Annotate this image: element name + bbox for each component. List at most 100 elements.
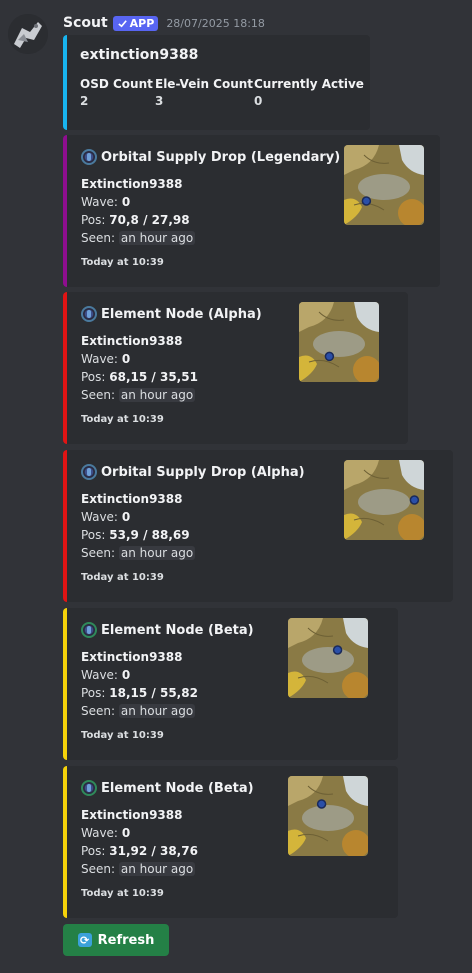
supply-drop-icon: [81, 464, 97, 480]
seen-time-chip[interactable]: an hour ago: [118, 862, 196, 876]
seen-line: Seen: an hour ago: [81, 862, 196, 876]
field-name: OSD Count: [80, 77, 153, 91]
field-osd-count: OSD Count 2: [80, 77, 153, 108]
wave-value: 0: [121, 195, 131, 209]
field-currently-active: Currently Active 0: [254, 77, 364, 108]
pos-value: 53,9 / 88,69: [109, 528, 190, 542]
wave-label: Wave:: [81, 195, 118, 209]
map-image: [344, 145, 424, 225]
map-image: [299, 302, 379, 382]
seen-time-chip[interactable]: an hour ago: [118, 704, 196, 718]
wave-label: Wave:: [81, 668, 118, 682]
element-node-icon: [81, 622, 97, 638]
summary-title: extinction9388: [80, 47, 199, 63]
pos-line: Pos: 31,92 / 38,76: [81, 844, 198, 858]
app-badge-label: APP: [129, 16, 155, 30]
refresh-icon: ⟳: [77, 933, 92, 947]
card-title: Element Node (Beta): [81, 780, 254, 796]
pos-value: 31,92 / 38,76: [109, 844, 198, 858]
refresh-button[interactable]: ⟳ Refresh: [63, 924, 169, 956]
map-image: [344, 460, 424, 540]
seen-label: Seen:: [81, 862, 116, 876]
map-thumbnail[interactable]: [288, 776, 368, 856]
seen-label: Seen:: [81, 388, 116, 402]
location-embed: Element Node (Beta) Extinction9388 Wave:…: [63, 608, 398, 760]
location-embed: Orbital Supply Drop (Alpha) Extinction93…: [63, 450, 453, 602]
message-header: Scout APP 28/07/2025 18:18: [63, 13, 265, 33]
field-value: 0: [254, 94, 263, 108]
pos-label: Pos:: [81, 844, 106, 858]
app-badge: APP: [112, 15, 159, 31]
pos-value: 68,15 / 35,51: [109, 370, 198, 384]
seen-line: Seen: an hour ago: [81, 231, 196, 245]
bot-avatar[interactable]: [8, 14, 48, 54]
map-thumbnail[interactable]: [288, 618, 368, 698]
map-image: [288, 618, 368, 698]
wave-line: Wave: 0: [81, 195, 130, 209]
map-thumbnail[interactable]: [299, 302, 379, 382]
card-title-text: Element Node (Alpha): [101, 306, 262, 322]
wave-line: Wave: 0: [81, 826, 130, 840]
seen-label: Seen:: [81, 546, 116, 560]
card-title-text: Orbital Supply Drop (Alpha): [101, 464, 305, 480]
pos-value: 18,15 / 55,82: [109, 686, 198, 700]
location-marker: [409, 495, 420, 505]
card-footer: Today at 10:39: [81, 414, 164, 425]
pos-line: Pos: 70,8 / 27,98: [81, 213, 190, 227]
wave-label: Wave:: [81, 826, 118, 840]
robot-avatar-icon: [8, 14, 48, 54]
pos-label: Pos:: [81, 213, 106, 227]
wave-label: Wave:: [81, 352, 118, 366]
check-icon: [117, 19, 127, 27]
pos-label: Pos:: [81, 686, 106, 700]
pos-label: Pos:: [81, 370, 106, 384]
card-owner: Extinction9388: [81, 650, 183, 664]
field-name: Ele-Vein Count: [155, 77, 254, 91]
wave-line: Wave: 0: [81, 510, 130, 524]
seen-line: Seen: an hour ago: [81, 388, 196, 402]
seen-label: Seen:: [81, 231, 116, 245]
wave-value: 0: [121, 510, 131, 524]
card-footer: Today at 10:39: [81, 257, 164, 268]
summary-embed: extinction9388 OSD Count 2 Ele-Vein Coun…: [63, 35, 370, 130]
seen-label: Seen:: [81, 704, 116, 718]
field-name: Currently Active: [254, 77, 364, 91]
seen-time-chip[interactable]: an hour ago: [118, 388, 196, 402]
seen-line: Seen: an hour ago: [81, 546, 196, 560]
element-node-icon: [81, 780, 97, 796]
author-name[interactable]: Scout: [63, 15, 108, 31]
card-title: Orbital Supply Drop (Alpha): [81, 464, 305, 480]
location-marker: [316, 799, 327, 809]
message-timestamp: 28/07/2025 18:18: [166, 16, 265, 30]
card-title: Orbital Supply Drop (Legendary): [81, 149, 340, 165]
field-value: 2: [80, 94, 89, 108]
wave-value: 0: [121, 826, 131, 840]
pos-line: Pos: 18,15 / 55,82: [81, 686, 198, 700]
pos-line: Pos: 53,9 / 88,69: [81, 528, 190, 542]
card-title-text: Orbital Supply Drop (Legendary): [101, 149, 341, 165]
location-embed: Orbital Supply Drop (Legendary) Extincti…: [63, 135, 440, 287]
card-owner: Extinction9388: [81, 334, 183, 348]
field-ele-vein-count: Ele-Vein Count 3: [155, 77, 253, 108]
wave-line: Wave: 0: [81, 668, 130, 682]
card-title-text: Element Node (Beta): [101, 622, 254, 638]
location-marker: [324, 351, 335, 362]
field-value: 3: [155, 94, 164, 108]
card-footer: Today at 10:39: [81, 888, 164, 899]
refresh-label: Refresh: [97, 932, 155, 948]
map-image: [288, 776, 368, 856]
location-marker: [332, 645, 343, 655]
card-title: Element Node (Alpha): [81, 306, 262, 322]
pos-line: Pos: 68,15 / 35,51: [81, 370, 198, 384]
seen-time-chip[interactable]: an hour ago: [118, 546, 196, 560]
supply-drop-icon: [81, 149, 97, 165]
card-title: Element Node (Beta): [81, 622, 254, 638]
seen-time-chip[interactable]: an hour ago: [118, 231, 196, 245]
map-thumbnail[interactable]: [344, 145, 424, 225]
pos-value: 70,8 / 27,98: [109, 213, 190, 227]
seen-line: Seen: an hour ago: [81, 704, 196, 718]
map-thumbnail[interactable]: [344, 460, 424, 540]
wave-line: Wave: 0: [81, 352, 130, 366]
element-node-icon: [81, 306, 97, 322]
location-embed: Element Node (Alpha) Extinction9388 Wave…: [63, 292, 408, 444]
